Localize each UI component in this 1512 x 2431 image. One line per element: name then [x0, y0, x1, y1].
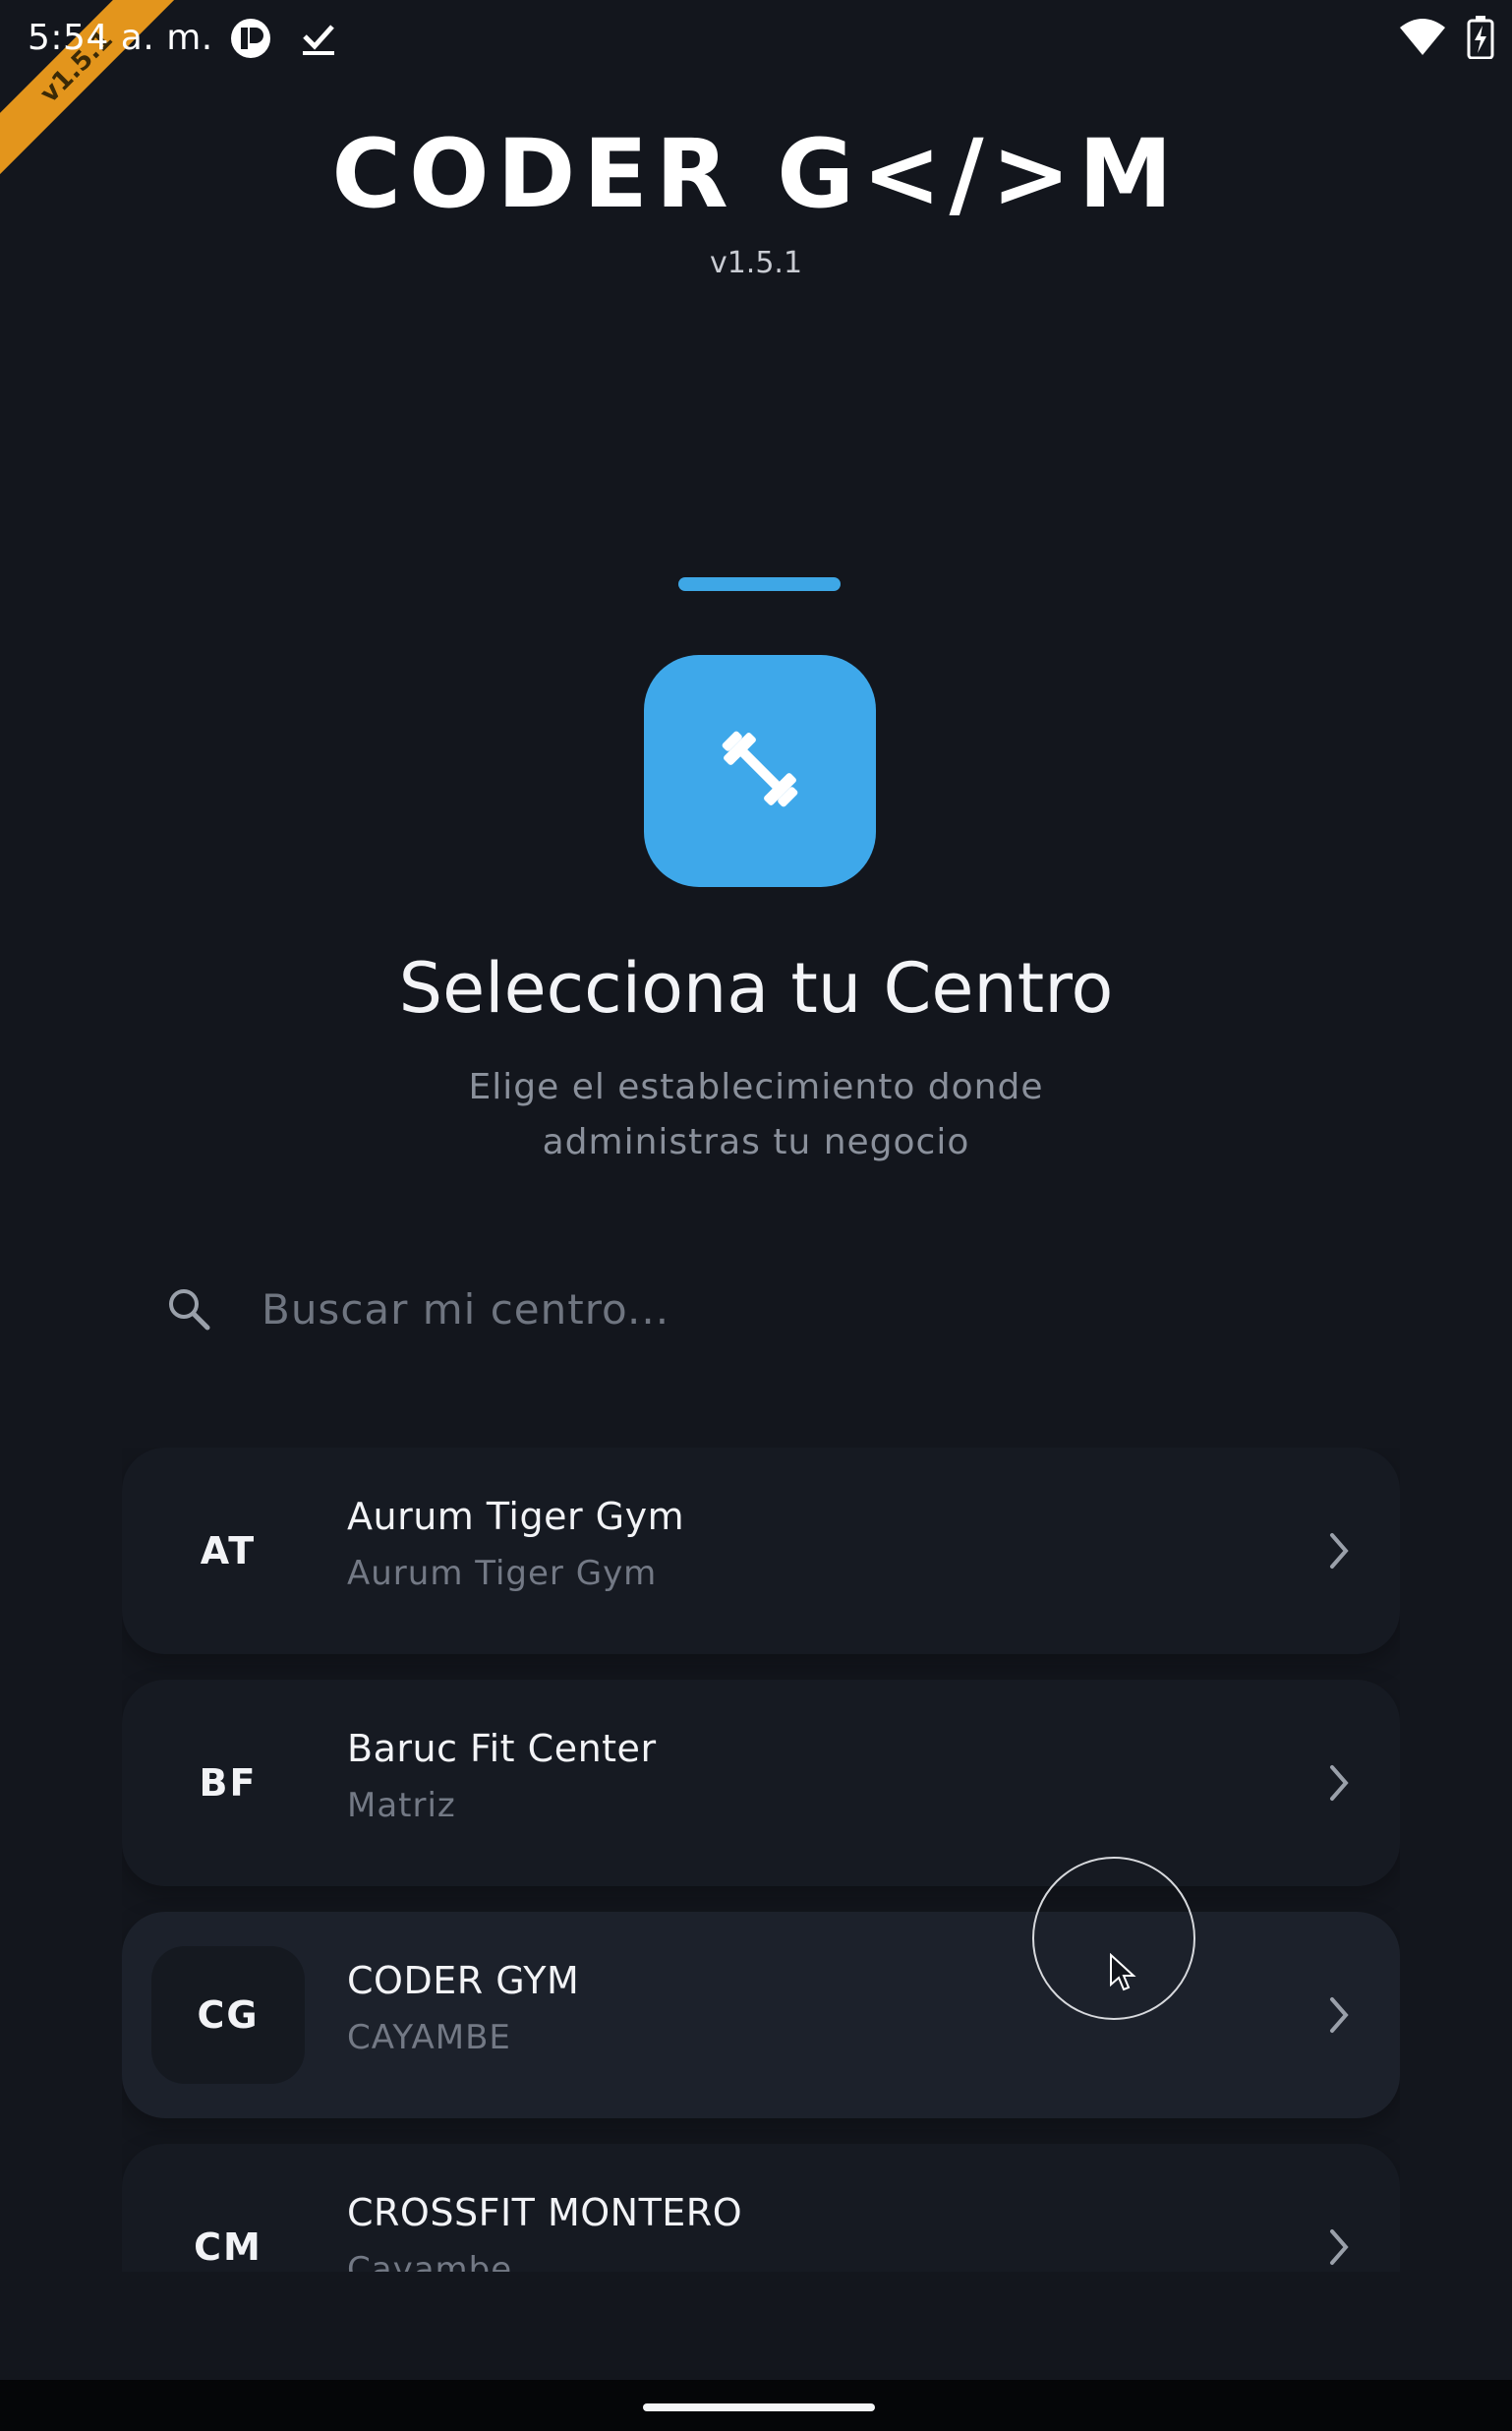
- dumbbell-icon: [706, 715, 814, 827]
- app-screen: 5:54 a. m. v1.5.1 CODER G</>M v1.5.1 Sel…: [0, 0, 1512, 2431]
- chevron-right-icon: [1317, 1761, 1361, 1805]
- app-notification-icon: [228, 16, 273, 65]
- accent-bar: [678, 577, 841, 591]
- touch-indicator: [1032, 1857, 1195, 2020]
- center-initials: BF: [199, 1761, 258, 1805]
- center-card-baruc-fit-center[interactable]: BF Baruc Fit Center Matriz: [122, 1680, 1400, 1886]
- center-initials: CG: [151, 1946, 305, 2084]
- center-card-aurum-tiger-gym[interactable]: AT Aurum Tiger Gym Aurum Tiger Gym: [122, 1448, 1400, 1654]
- status-time: 5:54 a. m.: [28, 18, 213, 58]
- gym-icon-tile: [644, 655, 876, 887]
- search-icon: [159, 1279, 218, 1338]
- home-gesture-handle[interactable]: [643, 2403, 875, 2411]
- center-initials: AT: [200, 1529, 257, 1572]
- page-title: Selecciona tu Centro: [398, 948, 1114, 1029]
- center-card-crossfit-montero[interactable]: CM CROSSFIT MONTERO Cayambe: [122, 2144, 1400, 2272]
- center-name: Aurum Tiger Gym: [347, 1495, 685, 1538]
- center-branch: Matriz: [347, 1786, 456, 1825]
- status-bar: 5:54 a. m.: [0, 0, 1512, 79]
- mouse-cursor-icon: [1110, 1953, 1136, 1991]
- center-list[interactable]: AT Aurum Tiger Gym Aurum Tiger Gym BF Ba…: [122, 1448, 1400, 2272]
- status-left-icons: [228, 16, 338, 65]
- center-branch: CAYAMBE: [347, 2018, 511, 2057]
- center-card-coder-gym[interactable]: CG CODER GYM CAYAMBE: [122, 1912, 1400, 2118]
- chevron-right-icon: [1317, 1993, 1361, 2037]
- chevron-right-icon: [1317, 1529, 1361, 1572]
- search-field[interactable]: [128, 1255, 1386, 1363]
- status-right-icons: [1398, 16, 1494, 63]
- battery-charging-icon: [1467, 16, 1494, 63]
- wifi-icon: [1398, 18, 1447, 61]
- brand-logo: CODER G</>M: [331, 119, 1181, 229]
- center-initials: CM: [194, 2225, 262, 2269]
- center-name: CODER GYM: [347, 1959, 580, 2002]
- center-name: CROSSFIT MONTERO: [347, 2191, 743, 2234]
- center-branch: Cayambe: [347, 2250, 513, 2272]
- app-version: v1.5.1: [709, 246, 803, 280]
- center-branch: Aurum Tiger Gym: [347, 1554, 658, 1593]
- page-subtitle: Elige el establecimiento donde administr…: [468, 1067, 1044, 1162]
- search-input[interactable]: [260, 1283, 1243, 1334]
- center-name: Baruc Fit Center: [347, 1727, 657, 1770]
- chevron-right-icon: [1317, 2225, 1361, 2269]
- download-complete-icon: [299, 19, 338, 62]
